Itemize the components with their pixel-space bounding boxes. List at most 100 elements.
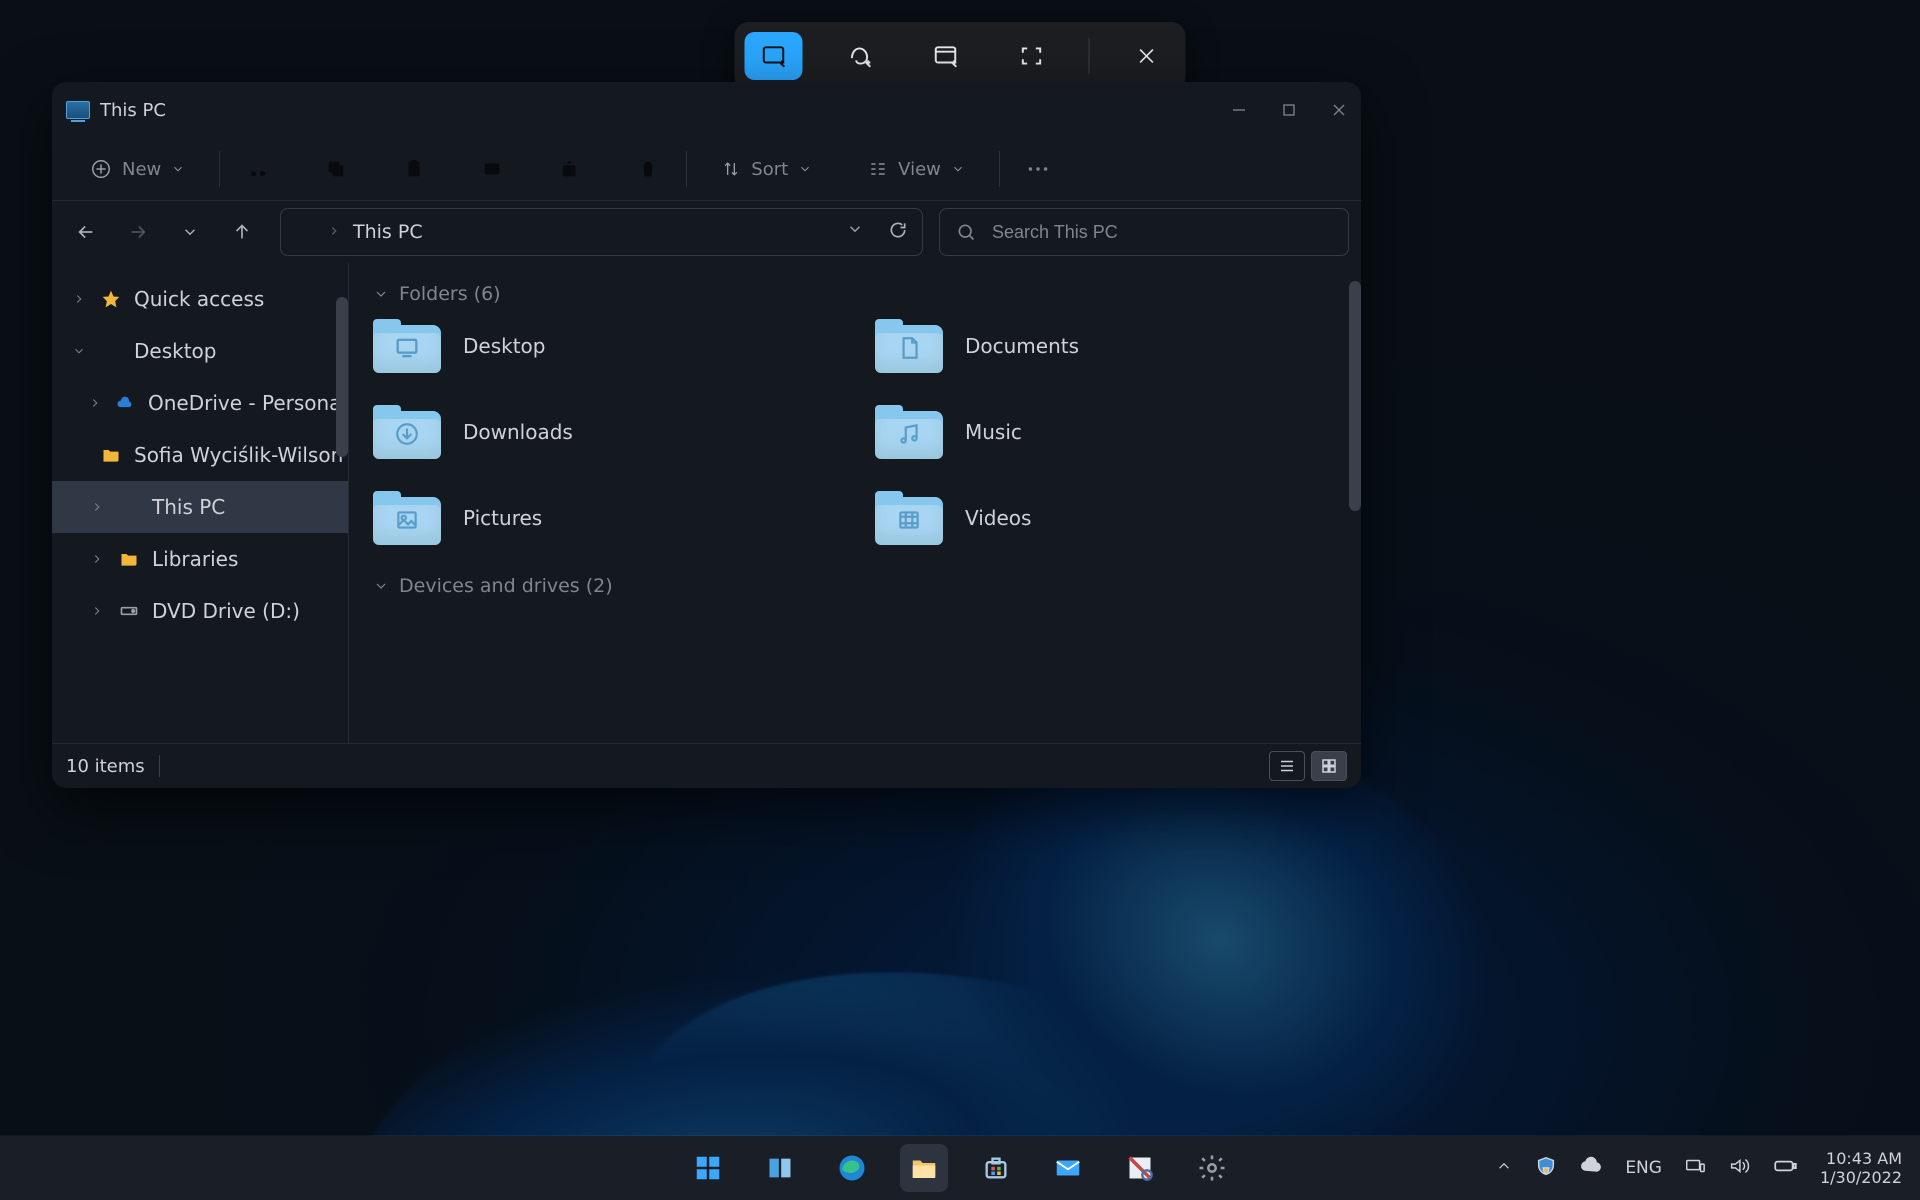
sidebar-scrollbar[interactable] [336, 297, 348, 457]
clock[interactable]: 10:43 AM 1/30/2022 [1820, 1149, 1902, 1187]
details-view-button[interactable] [1269, 751, 1305, 781]
search-box[interactable] [939, 208, 1349, 256]
status-bar: 10 items [52, 743, 1361, 788]
start-button[interactable] [684, 1144, 732, 1192]
sidebar-item-desktop[interactable]: Desktop [52, 325, 348, 377]
close-button[interactable] [1329, 100, 1349, 120]
folder-downloads[interactable]: Downloads [373, 405, 835, 459]
pc-icon [295, 225, 315, 239]
tray-overflow-button[interactable] [1495, 1157, 1513, 1180]
folder-documents[interactable]: Documents [875, 319, 1337, 373]
snip-rectangle-button[interactable] [745, 32, 803, 80]
refresh-button[interactable] [888, 220, 908, 244]
sidebar-item-label: Quick access [134, 287, 264, 311]
folder-label: Videos [965, 506, 1031, 530]
share-button[interactable] [556, 155, 584, 183]
file-explorer-button[interactable] [900, 1144, 948, 1192]
recent-button[interactable] [178, 220, 202, 244]
folder-icon [875, 405, 943, 459]
snip-close-button[interactable] [1118, 32, 1176, 80]
cloud-icon [114, 392, 136, 414]
sidebar-item-sofia-wyci-lik-wilson[interactable]: Sofia Wyciślik-Wilson [52, 429, 348, 481]
chevron-icon [70, 292, 88, 306]
group-header-devices-label: Devices and drives (2) [399, 575, 613, 597]
minimize-button[interactable] [1229, 100, 1249, 120]
group-header-folders[interactable]: Folders (6) [373, 283, 1337, 305]
taskbar: ENG 10:43 AM 1/30/2022 [0, 1136, 1920, 1200]
chevron-icon [88, 396, 102, 410]
sidebar-item-label: Sofia Wyciślik-Wilson [134, 443, 343, 467]
paste-button[interactable] [400, 155, 428, 183]
battery-icon[interactable] [1772, 1153, 1798, 1184]
chevron-icon [88, 604, 106, 618]
sidebar-item-label: Libraries [152, 547, 238, 571]
history-dropdown[interactable] [846, 220, 864, 244]
cut-button[interactable] [244, 155, 272, 183]
folder-music[interactable]: Music [875, 405, 1337, 459]
maximize-button[interactable] [1279, 100, 1299, 120]
titlebar[interactable]: This PC [52, 82, 1361, 138]
window-title: This PC [100, 100, 166, 121]
content-pane: Folders (6) Desktop Documents Downloads Mus… [349, 263, 1361, 743]
snip-fullscreen-button[interactable] [1003, 32, 1061, 80]
pc-icon [66, 101, 90, 119]
snipping-tool-button[interactable] [1116, 1144, 1164, 1192]
address-bar[interactable]: This PC [280, 208, 923, 256]
new-button[interactable]: New [80, 149, 195, 189]
network-icon[interactable] [1684, 1155, 1706, 1182]
settings-button[interactable] [1188, 1144, 1236, 1192]
breadcrumb[interactable]: This PC [353, 221, 423, 243]
chevron-icon [88, 500, 106, 514]
security-icon[interactable] [1535, 1155, 1557, 1182]
volume-icon[interactable] [1728, 1155, 1750, 1182]
sidebar-item-label: Desktop [134, 339, 216, 363]
back-button[interactable] [74, 220, 98, 244]
delete-button[interactable] [634, 155, 662, 183]
view-label: View [898, 159, 941, 180]
search-icon [956, 222, 976, 242]
sidebar-item-dvd-drive-d-[interactable]: DVD Drive (D:) [52, 585, 348, 637]
sidebar-item-quick-access[interactable]: Quick access [52, 273, 348, 325]
sidebar-item-this-pc[interactable]: This PC [52, 481, 348, 533]
tiles-view-button[interactable] [1311, 751, 1347, 781]
drive-icon [118, 600, 140, 622]
snip-freeform-button[interactable] [831, 32, 889, 80]
edge-button[interactable] [828, 1144, 876, 1192]
onedrive-icon[interactable] [1579, 1154, 1603, 1183]
content-scrollbar[interactable] [1349, 281, 1361, 511]
search-input[interactable] [990, 221, 1332, 244]
snip-separator [1089, 38, 1090, 74]
sidebar-item-label: DVD Drive (D:) [152, 599, 300, 623]
folder-desktop[interactable]: Desktop [373, 319, 835, 373]
sort-label: Sort [751, 159, 788, 180]
mail-button[interactable] [1044, 1144, 1092, 1192]
sidebar-item-onedrive-personal[interactable]: OneDrive - Personal [52, 377, 348, 429]
microsoft-store-button[interactable] [972, 1144, 1020, 1192]
folder-videos[interactable]: Videos [875, 491, 1337, 545]
copy-button[interactable] [322, 155, 350, 183]
chevron-right-icon [327, 223, 341, 242]
sidebar-item-libraries[interactable]: Libraries [52, 533, 348, 585]
group-header-folders-label: Folders (6) [399, 283, 501, 305]
desktop-icon [100, 340, 122, 362]
rename-button[interactable] [478, 155, 506, 183]
snipping-toolbar [735, 22, 1186, 90]
task-view-button[interactable] [756, 1144, 804, 1192]
folder-label: Music [965, 420, 1022, 444]
sort-button[interactable]: Sort [711, 149, 822, 189]
snip-window-button[interactable] [917, 32, 975, 80]
status-item-count: 10 items [66, 756, 145, 777]
pc-icon [118, 496, 140, 518]
sidebar-item-label: This PC [152, 495, 225, 519]
folder-label: Desktop [463, 334, 545, 358]
up-button[interactable] [230, 220, 254, 244]
command-bar: New Sort View [52, 138, 1361, 201]
forward-button[interactable] [126, 220, 150, 244]
group-header-devices[interactable]: Devices and drives (2) [373, 575, 1337, 597]
file-explorer-window: This PC New Sort [52, 82, 1361, 788]
folder-pictures[interactable]: Pictures [373, 491, 835, 545]
more-button[interactable] [1024, 155, 1052, 183]
clock-time: 10:43 AM [1820, 1149, 1902, 1168]
language-indicator[interactable]: ENG [1625, 1158, 1662, 1178]
view-button[interactable]: View [858, 149, 975, 189]
